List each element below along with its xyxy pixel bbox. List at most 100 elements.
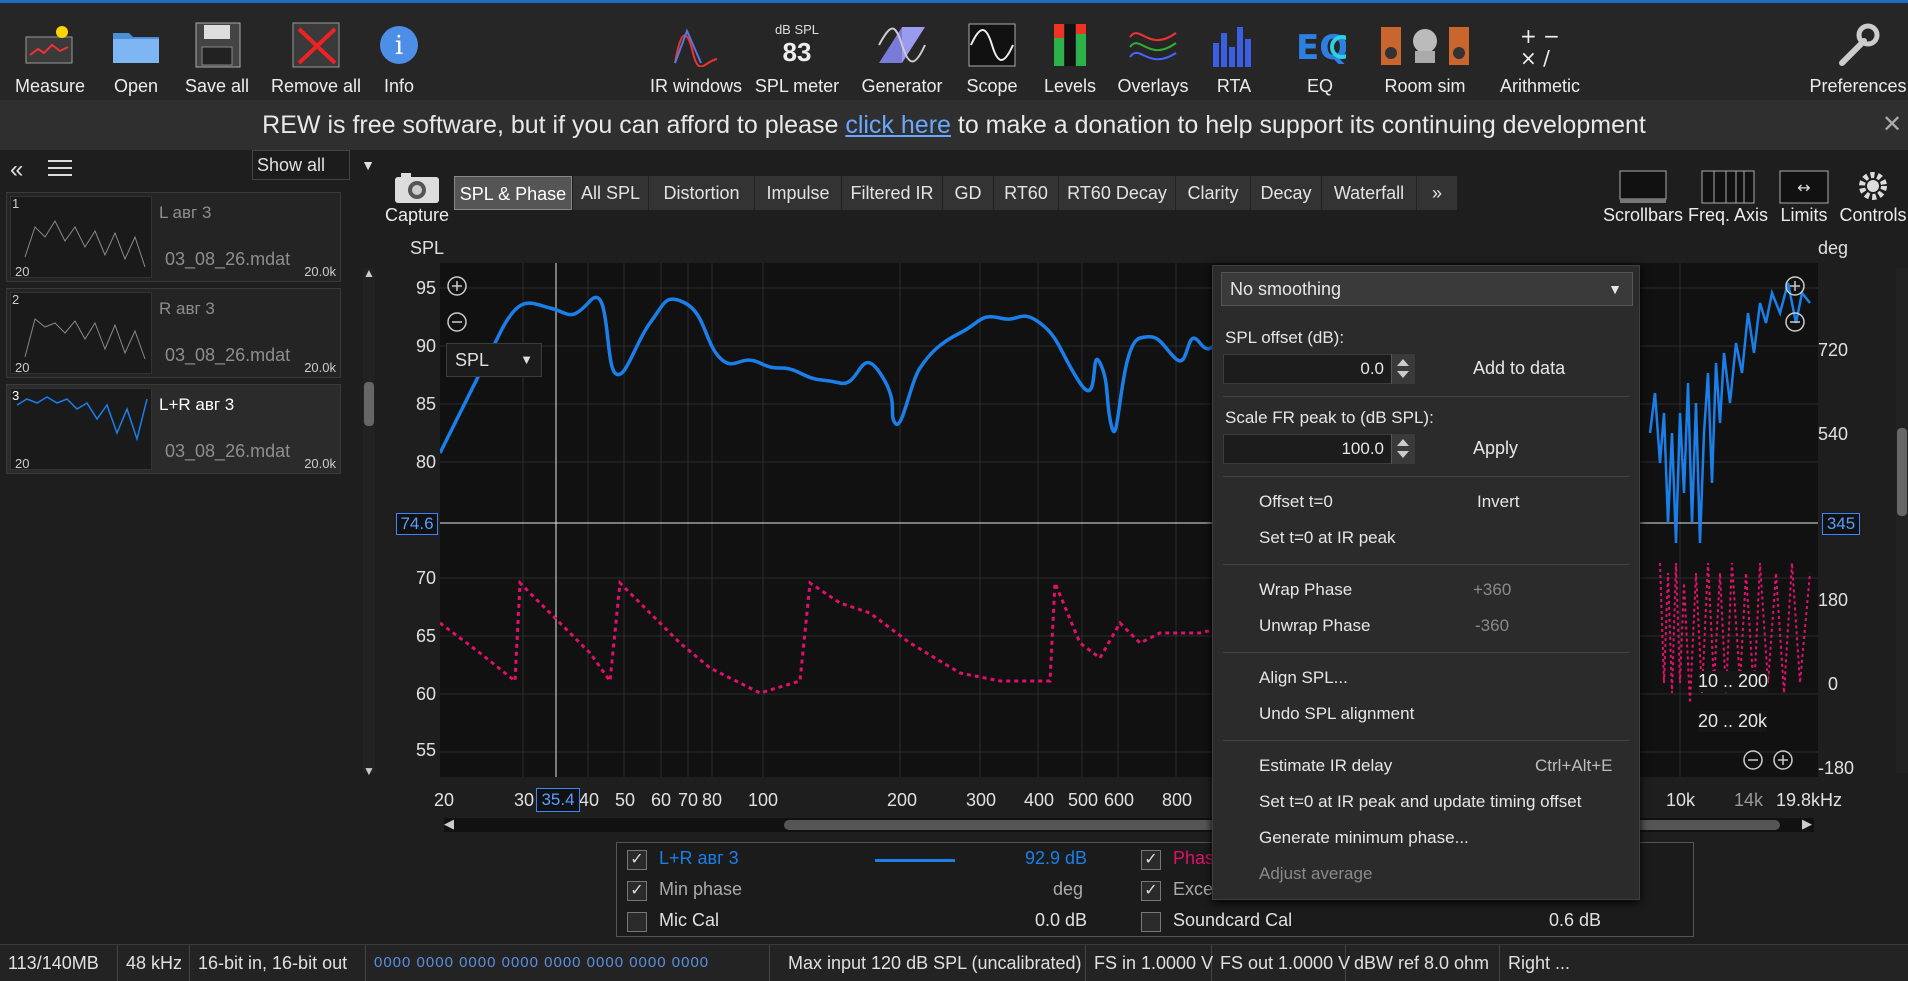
measurement-file: 03_08_26.mdat xyxy=(165,249,291,269)
freq-axis-button[interactable]: Freq. Axis xyxy=(1684,160,1772,226)
level-meters-status: 0000 0000 0000 0000 0000 0000 0000 0000 xyxy=(366,945,770,981)
x-tick: 20 xyxy=(434,790,455,810)
menu-separator xyxy=(1223,396,1629,397)
min-phase-checkbox[interactable]: ✓ xyxy=(627,881,647,901)
output-channel-status[interactable]: Right ... xyxy=(1500,945,1614,981)
range-label-2[interactable]: 20 .. 20k xyxy=(1698,711,1768,732)
scroll-right-icon[interactable]: ▶ xyxy=(1802,816,1812,832)
apply-button[interactable]: Apply xyxy=(1473,438,1518,459)
banner-text-end: to make a donation to help support its c… xyxy=(950,111,1646,139)
add-to-data-button[interactable]: Add to data xyxy=(1473,358,1565,379)
set-t0-ir-peak-item[interactable]: Set t=0 at IR peak xyxy=(1259,528,1396,548)
arithmetic-button[interactable]: + − × / Arithmetic xyxy=(1492,9,1588,97)
scale-fr-label: Scale FR peak to (dB SPL): xyxy=(1225,408,1434,427)
x-tick: 60 xyxy=(651,790,672,810)
mic-cal-checkbox[interactable] xyxy=(627,912,647,932)
measurement-item[interactable]: 2 20 20.0k R авг 3 03_08_26.mdat xyxy=(6,288,341,378)
collapse-panel-icon[interactable]: « xyxy=(10,156,23,184)
x-tick: 500 xyxy=(1068,790,1099,810)
controls-button[interactable]: Controls xyxy=(1838,160,1908,226)
unwrap-phase-item[interactable]: Unwrap Phase xyxy=(1259,616,1371,636)
zoom-in-bottom-icon[interactable] xyxy=(1772,749,1794,776)
show-all-dropdown[interactable]: Show all ▼ xyxy=(252,150,375,180)
measurement-thumbnail xyxy=(10,292,152,374)
menu-icon[interactable] xyxy=(48,156,74,185)
generator-button[interactable]: Generator xyxy=(860,9,944,97)
trace-select-dropdown[interactable]: SPL ▼ xyxy=(446,343,542,377)
lr-trace-checkbox[interactable]: ✓ xyxy=(627,850,647,870)
phase-scrollbar[interactable] xyxy=(1896,268,1908,773)
tab-rt60-decay[interactable]: RT60 Decay xyxy=(1059,176,1176,210)
rta-button[interactable]: RTA xyxy=(1208,9,1260,97)
tab-gd[interactable]: GD xyxy=(943,176,994,210)
undo-spl-alignment-item[interactable]: Undo SPL alignment xyxy=(1259,704,1414,724)
phase-axis-label: deg xyxy=(1818,238,1849,258)
soundcard-cal-checkbox[interactable] xyxy=(1141,912,1161,932)
set-t0-update-timing-item[interactable]: Set t=0 at IR peak and update timing off… xyxy=(1259,792,1581,812)
tab-filtered-ir[interactable]: Filtered IR xyxy=(842,176,943,210)
ir-windows-button[interactable]: IR windows xyxy=(650,9,742,97)
tab-more[interactable]: » xyxy=(1417,176,1458,210)
scroll-left-icon[interactable]: ◀ xyxy=(444,816,454,832)
tab-all-spl[interactable]: All SPL xyxy=(573,176,649,210)
range-label-1[interactable]: 10 .. 200 xyxy=(1698,671,1769,692)
zoom-in-icon[interactable] xyxy=(446,275,468,302)
tab-distortion[interactable]: Distortion xyxy=(649,176,755,210)
scale-fr-stepper[interactable] xyxy=(1391,434,1415,464)
zoom-out-right-icon[interactable] xyxy=(1784,311,1806,338)
scroll-up-icon[interactable]: ▲ xyxy=(363,266,375,280)
measurement-item[interactable]: 1 20 20.0k L авг 3 03_08_26.mdat xyxy=(6,192,341,282)
estimate-ir-delay-item[interactable]: Estimate IR delay xyxy=(1259,756,1392,776)
spl-offset-field[interactable]: 0.0 xyxy=(1223,354,1415,384)
tab-waterfall[interactable]: Waterfall xyxy=(1322,176,1417,210)
tab-decay[interactable]: Decay xyxy=(1251,176,1322,210)
scrollbar-thumb[interactable] xyxy=(1897,428,1907,516)
spl-meter-button[interactable]: dB SPL 83 SPL meter xyxy=(754,9,840,97)
lr-trace-name: L+R авг 3 xyxy=(659,848,739,868)
overlays-button[interactable]: Overlays xyxy=(1118,9,1189,97)
preferences-button[interactable]: Preferences xyxy=(1809,9,1907,97)
remove-all-button[interactable]: Remove all xyxy=(268,9,364,97)
scope-button[interactable]: Scope xyxy=(962,9,1022,97)
levels-button[interactable]: Levels xyxy=(1040,9,1100,97)
scrollbar-thumb[interactable] xyxy=(364,382,374,426)
donation-link[interactable]: click here xyxy=(845,111,951,139)
excess-checkbox[interactable]: ✓ xyxy=(1141,881,1161,901)
tab-rt60[interactable]: RT60 xyxy=(994,176,1059,210)
measurement-item-selected[interactable]: 3 20 20.0k L+R авг 3 03_08_26.mdat xyxy=(6,384,341,474)
zoom-in-right-icon[interactable] xyxy=(1784,275,1806,302)
measurements-scrollbar[interactable] xyxy=(363,268,375,773)
wrap-phase-item[interactable]: Wrap Phase xyxy=(1259,580,1352,600)
svg-text:+ −: + − xyxy=(1520,24,1560,48)
generate-minimum-phase-item[interactable]: Generate minimum phase... xyxy=(1259,828,1469,848)
rta-icon xyxy=(1208,19,1260,71)
measure-button[interactable]: Measure xyxy=(14,9,86,97)
tab-clarity[interactable]: Clarity xyxy=(1176,176,1251,210)
align-spl-item[interactable]: Align SPL... xyxy=(1259,668,1348,688)
bit-depth-status: 16-bit in, 16-bit out xyxy=(190,945,366,981)
y-right-tick: 180 xyxy=(1818,590,1849,610)
overlays-icon xyxy=(1127,19,1179,71)
invert-item[interactable]: Invert xyxy=(1477,492,1520,512)
info-button[interactable]: i Info xyxy=(378,9,420,97)
save-all-button[interactable]: Save all xyxy=(182,9,252,97)
scroll-down-icon[interactable]: ▼ xyxy=(363,764,375,778)
zoom-out-bottom-icon[interactable] xyxy=(1742,749,1764,776)
eq-button[interactable]: EQ EQ xyxy=(1286,9,1354,97)
smoothing-dropdown[interactable]: No smoothing ▼ xyxy=(1221,272,1633,306)
scrollbars-button[interactable]: Scrollbars xyxy=(1598,160,1688,226)
tab-spl-phase[interactable]: SPL & Phase xyxy=(454,176,572,210)
room-sim-button[interactable]: Room sim xyxy=(1378,9,1472,97)
open-button[interactable]: Open xyxy=(104,9,168,97)
limits-button[interactable]: ↔ Limits xyxy=(1774,160,1834,226)
capture-button[interactable]: Capture xyxy=(384,160,450,226)
scale-fr-field[interactable]: 100.0 xyxy=(1223,434,1415,464)
offset-t0-item[interactable]: Offset t=0 xyxy=(1259,492,1333,512)
phase-checkbox[interactable]: ✓ xyxy=(1141,850,1161,870)
banner-close-icon[interactable]: ✕ xyxy=(1880,100,1904,150)
x-tick: 50 xyxy=(615,790,636,810)
tab-impulse[interactable]: Impulse xyxy=(755,176,842,210)
zoom-out-icon[interactable] xyxy=(446,311,468,338)
spl-offset-stepper[interactable] xyxy=(1391,354,1415,384)
x-tick: 80 xyxy=(702,790,723,810)
